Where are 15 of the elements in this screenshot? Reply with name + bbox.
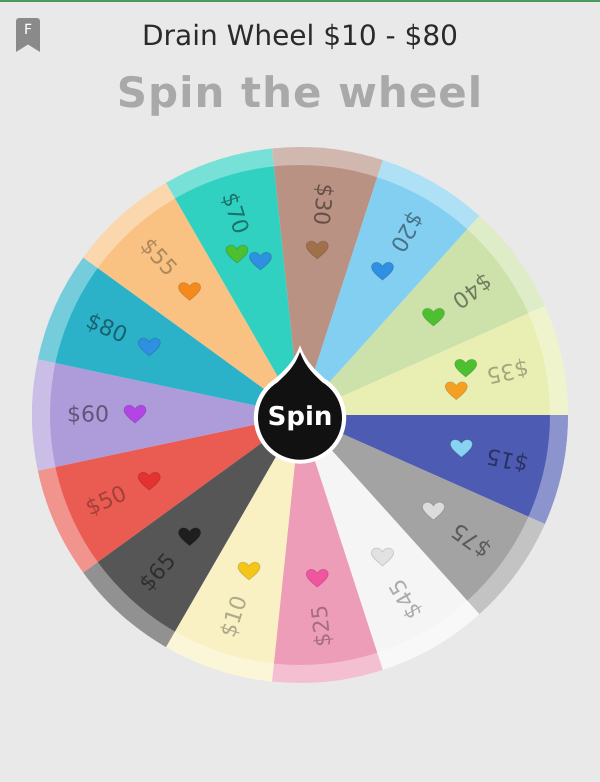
prize-label: $50 [82, 481, 131, 522]
prize-label: $30 [308, 182, 337, 226]
spin-button[interactable]: Spin [254, 345, 346, 464]
prize-label: $35 [484, 354, 530, 388]
page-heading: Spin the wheel [116, 68, 484, 117]
prize-label: $70 [216, 190, 253, 238]
prize-label: $10 [216, 592, 253, 640]
prize-label: $25 [308, 604, 337, 648]
prize-label: $80 [82, 308, 131, 349]
prize-label: $75 [447, 517, 496, 562]
prize-label: $15 [484, 442, 530, 476]
wheel-title: Drain Wheel $10 - $80 [142, 18, 458, 52]
prize-label: $60 [67, 402, 109, 428]
prize-label: $40 [447, 268, 496, 313]
prize-label: $55 [134, 233, 182, 282]
